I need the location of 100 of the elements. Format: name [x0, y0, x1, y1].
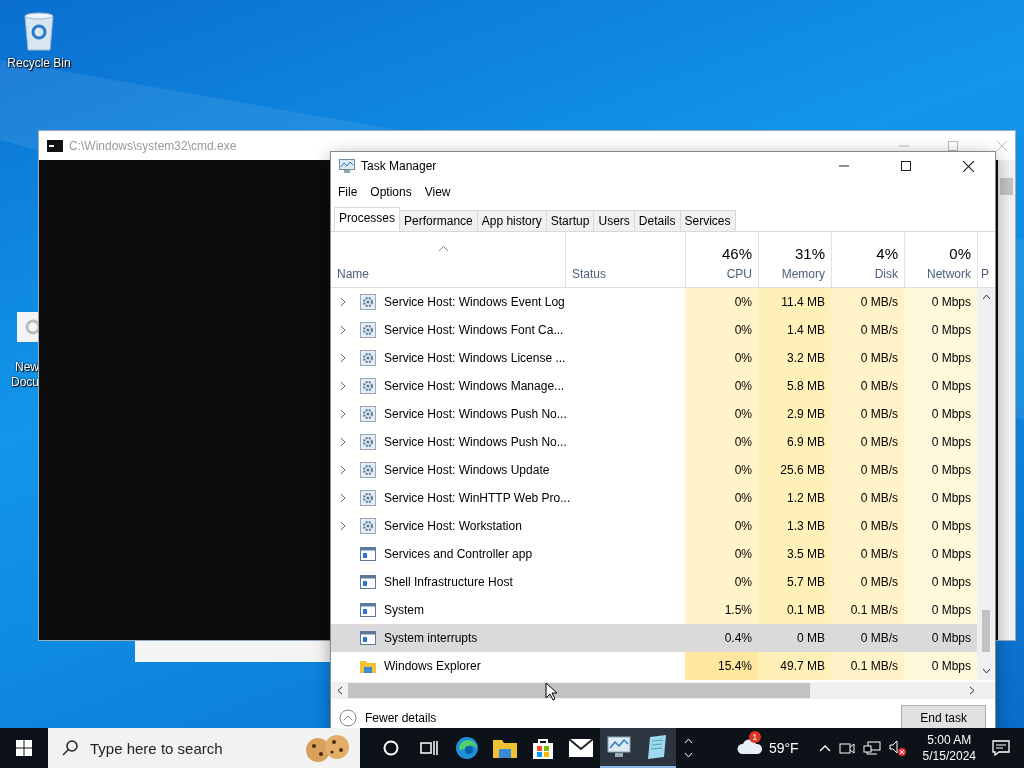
table-cell: 0%	[685, 512, 758, 540]
window-icon	[360, 575, 376, 589]
chevron-icon[interactable]	[340, 297, 346, 307]
table-cell: 0.1 MB	[758, 596, 831, 624]
process-row[interactable]: System interrupts 0.4% 0 MB 0 MB/s 0 Mbps	[331, 624, 977, 652]
chevron-icon[interactable]	[340, 493, 346, 503]
process-row[interactable]: Services and Controller app 0% 3.5 MB 0 MB/s 0 Mbps	[331, 540, 977, 568]
gear-icon	[360, 322, 376, 338]
notifications-icon[interactable]	[992, 740, 1010, 756]
desktop-icon-label[interactable]: Recycle Bin	[7, 56, 71, 71]
tab[interactable]: Startup	[545, 210, 595, 231]
cursor-icon	[545, 682, 558, 701]
time: 5:00 AM	[927, 732, 972, 748]
envelope-icon	[569, 739, 593, 757]
search-bar[interactable]: Type here to search	[48, 728, 360, 768]
chevron-up-icon	[684, 738, 693, 744]
tab[interactable]: Users	[593, 210, 635, 231]
network-icon[interactable]	[862, 741, 881, 755]
process-row[interactable]: Windows Explorer 15.4% 49.7 MB 0.1 MB/s 0 Mbps	[331, 652, 977, 680]
end-task-button[interactable]: End task	[901, 705, 986, 728]
table-cell: 1.3 MB	[758, 512, 831, 540]
column-total: 0%	[949, 245, 971, 262]
tab[interactable]: Services	[679, 210, 736, 231]
scrollbar[interactable]	[998, 160, 1015, 640]
chevron-icon[interactable]	[340, 353, 346, 363]
chevron-icon[interactable]	[340, 521, 346, 531]
process-row[interactable]: Service Host: Windows License ... 0% 3.2 MB 0 MB/s 0 Mbps	[331, 344, 977, 372]
scrollbar-thumb[interactable]	[348, 683, 810, 698]
scrollbar-thumb[interactable]	[982, 610, 990, 652]
maximize-icon[interactable]	[901, 161, 911, 171]
muted-speaker-icon[interactable]	[888, 740, 907, 756]
tab[interactable]: Details	[633, 210, 681, 231]
chevron-icon[interactable]	[340, 325, 346, 335]
vertical-scrollbar[interactable]	[977, 288, 995, 680]
chevron-icon[interactable]	[340, 437, 346, 447]
process-row[interactable]: Service Host: Windows Font Ca... 0% 1.4 MB 0 MB/s 0 Mbps	[331, 316, 977, 344]
taskbar-app[interactable]	[638, 728, 676, 768]
table-cell: 6.9 MB	[758, 428, 831, 456]
column-header[interactable]: 4% Disk	[831, 232, 904, 287]
tab[interactable]: Performance	[399, 210, 478, 231]
caret-up-icon[interactable]	[818, 744, 831, 752]
menu-item[interactable]: File	[338, 185, 358, 199]
process-row[interactable]: Service Host: Windows Push No... 0% 2.9 MB 0 MB/s 0 Mbps	[331, 400, 977, 428]
close-icon[interactable]	[963, 160, 974, 172]
process-row[interactable]: System 1.5% 0.1 MB 0.1 MB/s 0 Mbps	[331, 596, 977, 624]
process-name: Service Host: Windows Update	[384, 463, 550, 477]
process-row[interactable]: Service Host: Windows Event Log 0% 11.4 MB 0 MB/s 0 Mbps	[331, 288, 977, 316]
process-row[interactable]: Service Host: Windows Update 0% 25.6 MB 0 MB/s 0 Mbps	[331, 456, 977, 484]
clock[interactable]: 5:00 AM 5/15/2024	[922, 732, 976, 764]
window-icon	[360, 603, 376, 617]
tab[interactable]: App history	[476, 210, 547, 231]
menu-item[interactable]: Options	[370, 185, 412, 199]
gear-icon	[360, 434, 376, 450]
process-name: Shell Infrastructure Host	[384, 575, 513, 589]
window-icon	[360, 547, 376, 561]
column-header[interactable]: 0% Network	[904, 232, 977, 287]
temperature[interactable]: 59°F	[768, 740, 799, 756]
horizontal-scrollbar[interactable]	[331, 682, 995, 699]
table-cell: 25.6 MB	[758, 456, 831, 484]
windows-logo-icon[interactable]	[16, 740, 32, 756]
recycle-bin-icon[interactable]	[21, 10, 57, 52]
column-header[interactable]: P	[977, 232, 995, 287]
process-name: Service Host: Windows Push No...	[384, 435, 567, 449]
chevron-icon[interactable]	[340, 409, 346, 419]
column-header[interactable]: 46% CPU	[685, 232, 758, 287]
scroll-down-icon[interactable]	[981, 668, 991, 674]
process-name: Service Host: Windows Push No...	[384, 407, 567, 421]
date: 5/15/2024	[922, 748, 976, 764]
table-cell: 0 MB/s	[831, 344, 904, 372]
taskbar-app[interactable]	[600, 728, 638, 768]
scroll-left-icon[interactable]	[337, 686, 343, 695]
table-cell: 1.2 MB	[758, 484, 831, 512]
fewer-details-link[interactable]: Fewer details	[339, 709, 437, 727]
table-cell: 0 Mbps	[904, 400, 977, 428]
table-cell: 0%	[685, 456, 758, 484]
column-header[interactable]: 31% Memory	[758, 232, 831, 287]
table-cell: 0%	[685, 484, 758, 512]
scroll-right-icon[interactable]	[969, 686, 975, 695]
process-row[interactable]: Service Host: Workstation 0% 1.3 MB 0 MB/s 0 Mbps	[331, 512, 977, 540]
gear-icon	[360, 462, 376, 478]
process-row[interactable]: Service Host: WinHTTP Web Pro... 0% 1.2 MB 0 MB/s 0 Mbps	[331, 484, 977, 512]
scroll-up-icon[interactable]	[981, 294, 991, 300]
search-field[interactable]: Type here to search	[88, 738, 294, 758]
notification-badge: 1	[748, 731, 761, 743]
collapse-icon	[339, 709, 357, 727]
table-cell: 0 Mbps	[904, 652, 977, 680]
process-row[interactable]: Service Host: Windows Manage... 0% 5.8 MB 0 MB/s 0 Mbps	[331, 372, 977, 400]
chevron-icon[interactable]	[340, 465, 346, 475]
process-row[interactable]: Shell Infrastructure Host 0% 5.7 MB 0 MB/s 0 Mbps	[331, 568, 977, 596]
table-cell: 0 MB/s	[831, 512, 904, 540]
chevron-icon[interactable]	[340, 381, 346, 391]
table-cell: 0%	[685, 540, 758, 568]
table-cell: 0 MB/s	[831, 372, 904, 400]
column-header[interactable]: Status	[565, 232, 685, 287]
tab[interactable]: Processes	[334, 207, 401, 231]
menu-item[interactable]: View	[424, 185, 451, 199]
column-header[interactable]: Name	[331, 232, 565, 287]
table-cell: 0%	[685, 400, 758, 428]
process-row[interactable]: Service Host: Windows Push No... 0% 6.9 MB 0 MB/s 0 Mbps	[331, 428, 977, 456]
camera-icon[interactable]	[838, 741, 855, 755]
